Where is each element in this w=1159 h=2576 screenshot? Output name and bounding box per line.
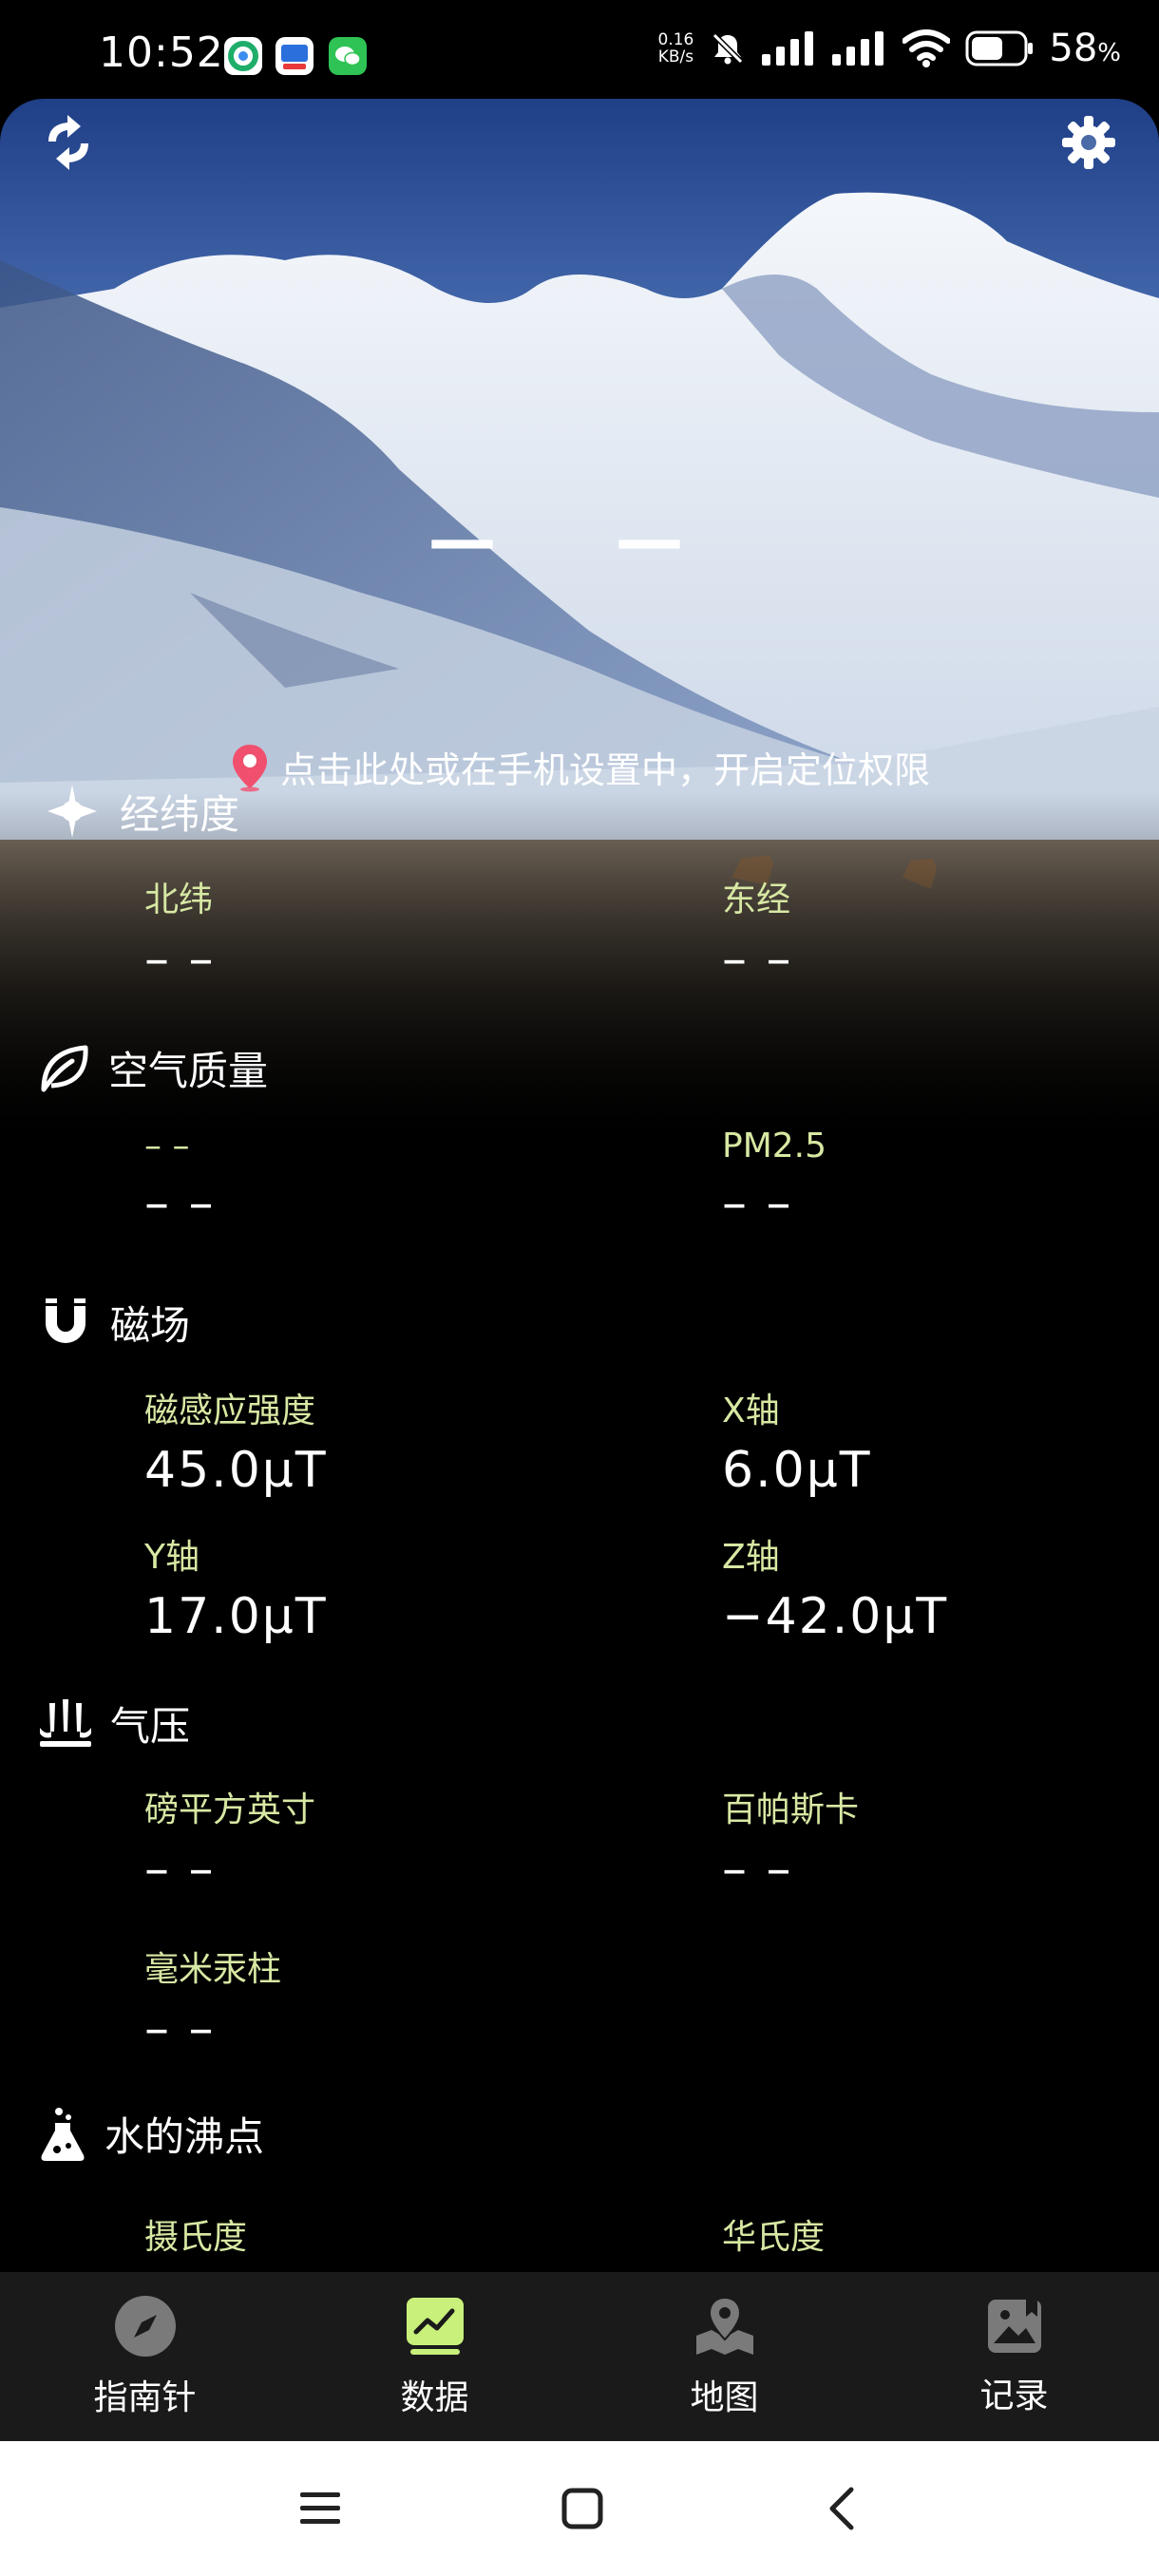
nav-map-label: 地图 — [690, 2378, 759, 2417]
pressure-section-header: 气压 — [38, 1695, 190, 1752]
net-speed-value: 0.16 — [657, 30, 694, 49]
chart-icon — [406, 2298, 464, 2355]
battery-percent: 58% — [1049, 27, 1121, 70]
nav-compass-label: 指南针 — [93, 2378, 197, 2417]
latitude-cell: 北纬 – – — [144, 872, 216, 988]
x-axis-value: 6.0μT — [722, 1442, 872, 1499]
back-icon[interactable] — [823, 2486, 861, 2531]
hero-header: — — 点击此处或在手机设置中，开启定位权限 经纬度 北纬 – – 东经 – – — [0, 99, 1159, 1134]
pm25-value: – – — [722, 1175, 793, 1232]
magnetic-strength-label: 磁感应强度 — [144, 1392, 316, 1430]
status-bar: 10:52 0.16 KB/s 58% — [0, 0, 1159, 104]
mmhg-label: 毫米汞柱 — [144, 1950, 282, 1989]
wifi-icon — [902, 29, 951, 67]
pm25-label: PM2.5 — [722, 1127, 827, 1165]
compass-icon — [114, 2296, 176, 2357]
leaf-icon — [41, 1045, 88, 1091]
coords-title: 经纬度 — [120, 790, 240, 838]
mute-icon — [712, 32, 744, 65]
psi-cell: 磅平方英寸 – – — [144, 1782, 315, 1898]
hpa-value: – – — [722, 1841, 793, 1898]
psi-label: 磅平方英寸 — [144, 1790, 316, 1829]
menu-icon[interactable] — [298, 2490, 342, 2528]
status-time: 10:52 — [99, 28, 224, 77]
air-section-header: 空气质量 — [38, 1039, 268, 1097]
aqi-label: – – — [144, 1127, 190, 1165]
latitude-label: 北纬 — [144, 881, 214, 919]
y-axis-label: Y轴 — [144, 1538, 200, 1577]
nav-compass[interactable]: 指南针 — [0, 2272, 290, 2441]
magnetic-section-header: 磁场 — [38, 1294, 190, 1352]
refresh-icon — [48, 115, 88, 170]
nav-record[interactable]: 记录 — [869, 2272, 1159, 2441]
z-axis-label: Z轴 — [722, 1538, 780, 1577]
aqi-cell: – – – – — [144, 1127, 216, 1232]
mmhg-value: – – — [144, 2000, 216, 2057]
pressure-title: 气压 — [110, 1703, 191, 1750]
flask-icon — [41, 2107, 85, 2161]
nav-data-label: 数据 — [400, 2378, 469, 2417]
aqi-value: – – — [144, 1175, 216, 1232]
crosshair-icon — [48, 785, 97, 838]
pressure-icon — [40, 1698, 91, 1747]
z-axis-value: −42.0μT — [722, 1588, 949, 1645]
longitude-value: – – — [722, 931, 793, 988]
magnet-icon — [46, 1297, 86, 1343]
coords-section-header: 经纬度 — [42, 781, 239, 842]
fahrenheit-cell: 华氏度 — [722, 2209, 825, 2259]
battery-icon — [965, 30, 1034, 66]
longitude-label: 东经 — [722, 881, 791, 919]
wechat-icon — [329, 37, 367, 75]
signal-icon — [832, 31, 884, 66]
signal-icon — [762, 31, 814, 66]
nav-data[interactable]: 数据 — [290, 2272, 580, 2441]
x-axis-cell: X轴 6.0μT — [722, 1383, 872, 1499]
notification-app-icon — [224, 37, 262, 75]
y-axis-cell: Y轴 17.0μT — [144, 1529, 328, 1645]
x-axis-label: X轴 — [722, 1392, 780, 1430]
magnetic-title: 磁场 — [110, 1302, 191, 1349]
hpa-label: 百帕斯卡 — [722, 1790, 860, 1829]
z-axis-cell: Z轴 −42.0μT — [722, 1529, 948, 1645]
settings-button[interactable] — [1053, 106, 1125, 179]
psi-value: – – — [144, 1841, 216, 1898]
system-navigation-bar — [0, 2441, 1159, 2576]
celsius-cell: 摄氏度 — [144, 2209, 247, 2259]
pm25-cell: PM2.5 – – — [722, 1127, 826, 1232]
nav-record-label: 记录 — [979, 2377, 1049, 2415]
refresh-button[interactable] — [32, 106, 104, 179]
air-title: 空气质量 — [108, 1048, 269, 1094]
gear-icon — [1062, 116, 1115, 169]
battery-unit: % — [1097, 39, 1121, 67]
boiling-title: 水的沸点 — [104, 2113, 265, 2160]
net-speed: 0.16 KB/s — [658, 31, 694, 66]
status-right: 0.16 KB/s 58% — [658, 27, 1121, 70]
latitude-value: – – — [144, 931, 216, 988]
battery-value: 58 — [1049, 27, 1098, 70]
notification-app-icon — [276, 37, 314, 75]
y-axis-value: 17.0μT — [144, 1588, 328, 1645]
nav-map[interactable]: 地图 — [580, 2272, 869, 2441]
magnetic-strength-value: 45.0μT — [144, 1442, 328, 1499]
net-speed-unit: KB/s — [657, 47, 694, 66]
location-hint-text: 点击此处或在手机设置中，开启定位权限 — [279, 749, 930, 791]
map-icon — [695, 2296, 753, 2355]
location-title: — — — [428, 500, 732, 579]
bottom-navigation: 指南针 数据 地图 记录 — [0, 2272, 1159, 2441]
home-icon[interactable] — [560, 2487, 604, 2530]
magnetic-strength-cell: 磁感应强度 45.0μT — [144, 1383, 328, 1499]
longitude-cell: 东经 – – — [722, 872, 793, 988]
boiling-section-header: 水的沸点 — [38, 2105, 264, 2163]
celsius-label: 摄氏度 — [144, 2218, 248, 2257]
fahrenheit-label: 华氏度 — [722, 2218, 826, 2257]
hpa-cell: 百帕斯卡 – – — [722, 1782, 859, 1898]
album-icon — [987, 2300, 1041, 2353]
mmhg-cell: 毫米汞柱 – – — [144, 1941, 281, 2057]
